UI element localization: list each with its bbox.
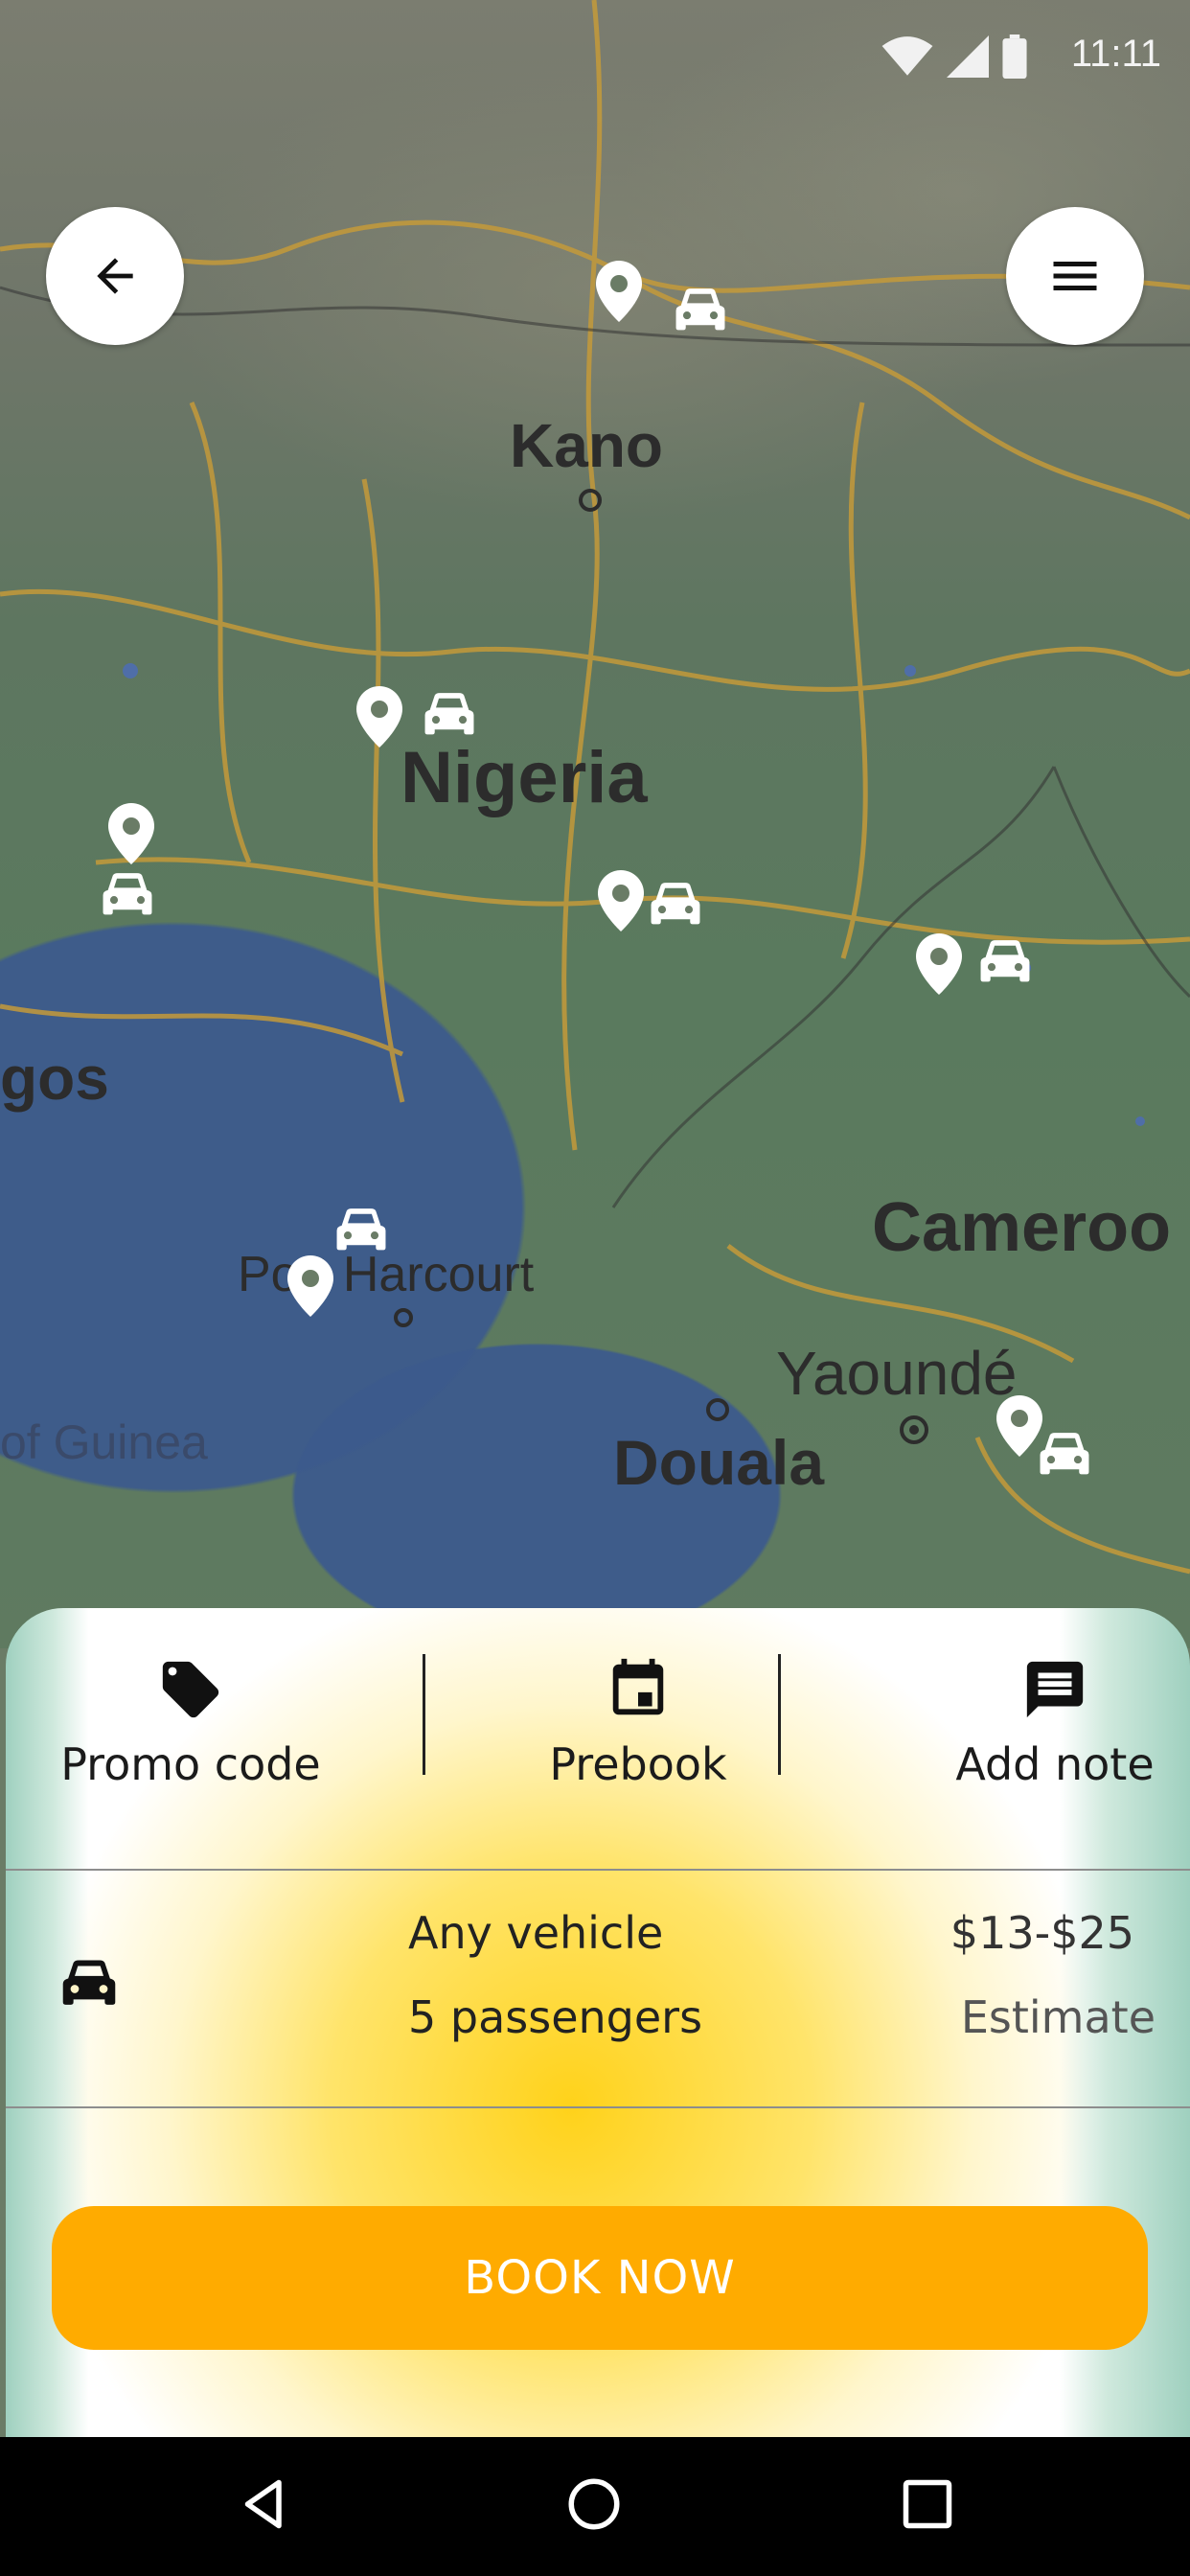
car-icon — [980, 940, 1030, 982]
booking-sheet: Promo code Prebook Add note Any vehicle … — [6, 1608, 1190, 2437]
wifi-icon — [881, 36, 933, 76]
prebook-label: Prebook — [549, 1738, 727, 1790]
back-arrow-icon — [97, 258, 133, 294]
book-now-label: BOOK NOW — [464, 2251, 736, 2305]
capital-dot-icon — [900, 1415, 928, 1444]
menu-button[interactable] — [1006, 207, 1144, 345]
city-dot-icon — [706, 1398, 729, 1421]
map-label-douala: Douala — [613, 1427, 825, 1498]
tag-icon — [162, 1661, 219, 1718]
map-label-gulf: of Guinea — [0, 1415, 208, 1469]
system-nav-bar — [0, 2437, 1190, 2576]
book-now-button[interactable]: BOOK NOW — [52, 2206, 1148, 2350]
driver-marker[interactable] — [98, 868, 157, 926]
driver-marker[interactable] — [596, 261, 642, 326]
driver-marker[interactable] — [356, 686, 402, 751]
car-icon — [675, 288, 725, 331]
map-label-cameroon: Cameroo — [872, 1189, 1172, 1266]
car-icon — [651, 883, 700, 925]
car-icon — [1040, 1433, 1089, 1475]
driver-marker[interactable] — [108, 803, 154, 868]
status-time: 11:11 — [1070, 33, 1161, 75]
driver-marker[interactable] — [1035, 1428, 1094, 1485]
nav-back-icon — [244, 2479, 282, 2529]
prebook-button[interactable]: Prebook — [504, 1656, 772, 1790]
location-pin-icon — [598, 870, 644, 932]
promo-code-button[interactable]: Promo code — [52, 1656, 330, 1790]
map-label-lagos: gos — [0, 1044, 109, 1113]
driver-marker[interactable] — [646, 878, 705, 935]
status-icons — [881, 34, 1027, 79]
vehicle-selector[interactable]: Any vehicle 5 passengers $13-$25 Estimat… — [6, 1869, 1190, 2104]
driver-marker[interactable] — [287, 1255, 333, 1321]
vehicle-type: Any vehicle — [408, 1907, 664, 1959]
nav-recents-icon — [903, 2479, 952, 2529]
action-divider — [778, 1654, 781, 1775]
status-bar: 11:11 — [0, 0, 1190, 115]
add-note-button[interactable]: Add note — [926, 1656, 1184, 1790]
battery-icon — [1002, 34, 1027, 79]
note-icon — [1026, 1661, 1084, 1718]
nav-home-button[interactable] — [565, 2475, 623, 2537]
car-icon — [103, 873, 152, 915]
nav-home-icon — [568, 2478, 620, 2530]
driver-marker[interactable] — [420, 688, 479, 746]
location-pin-icon — [356, 686, 402, 748]
price-range: $13-$25 — [950, 1907, 1134, 1959]
back-button[interactable] — [46, 207, 184, 345]
city-dot-icon — [394, 1308, 413, 1327]
signal-icon — [947, 35, 989, 78]
car-icon — [62, 1960, 116, 2005]
estimate-label: Estimate — [960, 1991, 1156, 2043]
app-screen: Kano Nigeria gos Port Harcourt Cameroo Y… — [0, 0, 1190, 2576]
city-dot-icon — [579, 489, 602, 512]
driver-marker[interactable] — [671, 284, 730, 341]
passenger-count: 5 passengers — [408, 1991, 703, 2043]
driver-marker[interactable] — [598, 870, 644, 935]
map-label-kano: Kano — [510, 411, 663, 480]
calendar-icon — [612, 1658, 664, 1715]
map-label-nigeria: Nigeria — [400, 737, 648, 818]
driver-marker[interactable] — [916, 933, 962, 999]
add-note-label: Add note — [955, 1738, 1155, 1790]
location-pin-icon — [287, 1255, 333, 1317]
driver-marker[interactable] — [332, 1204, 391, 1261]
nav-recents-button[interactable] — [899, 2475, 956, 2537]
menu-icon — [1053, 262, 1097, 290]
location-pin-icon — [108, 803, 154, 864]
booking-actions: Promo code Prebook Add note — [6, 1608, 1190, 1867]
car-icon — [336, 1208, 386, 1251]
driver-marker[interactable] — [975, 935, 1035, 993]
car-icon — [424, 693, 474, 735]
promo-code-label: Promo code — [60, 1738, 321, 1790]
nav-back-button[interactable] — [236, 2475, 293, 2537]
location-pin-icon — [596, 261, 642, 322]
location-pin-icon — [916, 933, 962, 995]
divider — [6, 2106, 1190, 2108]
action-divider — [423, 1654, 425, 1775]
map-label-yaounde: Yaoundé — [776, 1339, 1018, 1408]
